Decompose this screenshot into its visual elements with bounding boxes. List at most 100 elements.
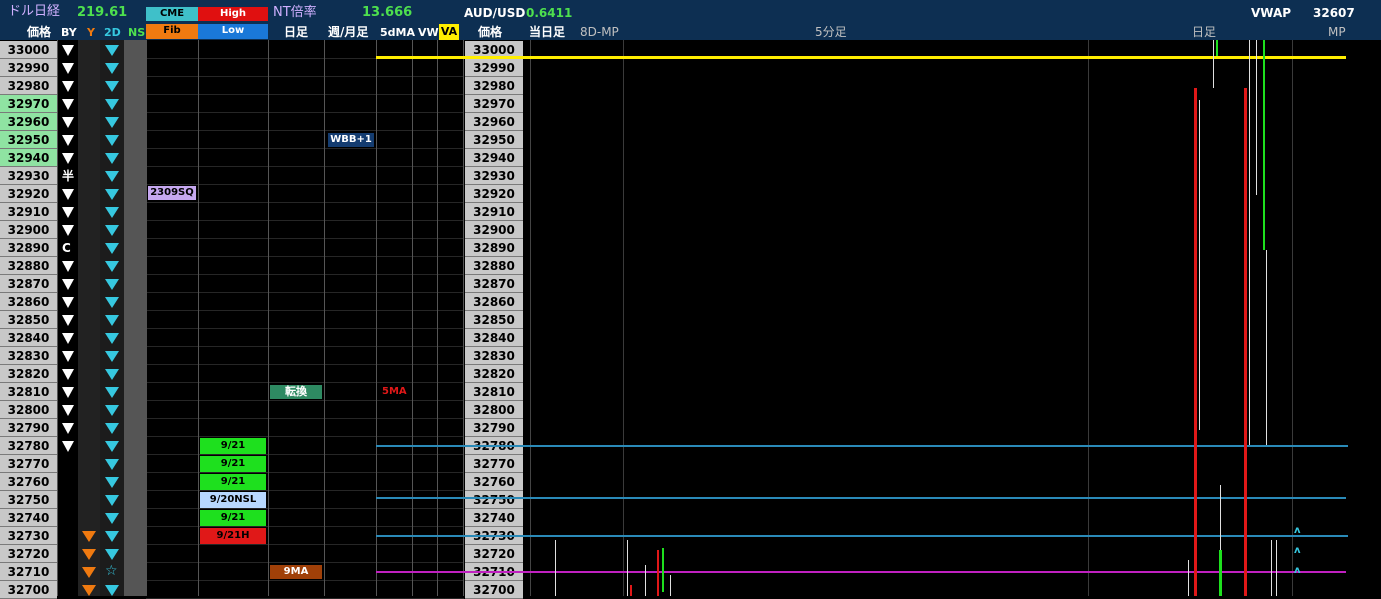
- price-cell[interactable]: 32920: [0, 185, 57, 203]
- cyan-down-triangle-icon: [105, 423, 119, 434]
- price-cell[interactable]: 32780: [0, 437, 57, 455]
- white-down-triangle-icon: [62, 279, 74, 290]
- star-icon: ☆: [105, 563, 118, 579]
- price-cell[interactable]: 32850: [0, 311, 57, 329]
- price-cell[interactable]: 32880: [0, 257, 57, 275]
- price-cell[interactable]: 32860: [0, 293, 57, 311]
- grid-row-line: [146, 238, 464, 239]
- cyan-down-triangle-icon: [105, 441, 119, 452]
- sep-price2: [463, 40, 464, 596]
- price-cell-right[interactable]: 32930: [465, 167, 523, 185]
- price-cell[interactable]: 32900: [0, 221, 57, 239]
- price-cell[interactable]: 32710: [0, 563, 57, 581]
- price-cell-right[interactable]: 32740: [465, 509, 523, 527]
- price-cell-right[interactable]: 32700: [465, 581, 523, 599]
- grid-row-line: [146, 184, 464, 185]
- price-cell-right[interactable]: 32750: [465, 491, 523, 509]
- price-cell-right[interactable]: 32890: [465, 239, 523, 257]
- price-cell-right[interactable]: 32960: [465, 113, 523, 131]
- price-cell[interactable]: 32800: [0, 401, 57, 419]
- price-cell[interactable]: 32720: [0, 545, 57, 563]
- cme-button[interactable]: CME: [146, 7, 198, 21]
- price-cell-right[interactable]: 32880: [465, 257, 523, 275]
- low-9-21-c: 9/21: [200, 474, 266, 490]
- low-9-21h: 9/21H: [200, 528, 266, 544]
- price-cell[interactable]: 32910: [0, 203, 57, 221]
- white-wick: [1213, 40, 1214, 88]
- ref-line-32750: [376, 497, 1346, 499]
- price-cell-right[interactable]: 32910: [465, 203, 523, 221]
- price-cell-right[interactable]: 32830: [465, 347, 523, 365]
- high-yellow-line: [376, 56, 1346, 59]
- price-cell-right[interactable]: 32970: [465, 95, 523, 113]
- white-wick: [1256, 40, 1257, 195]
- price-cell-right[interactable]: 32990: [465, 59, 523, 77]
- high-button[interactable]: High: [198, 7, 268, 21]
- today-daily-column-header: 当日足: [529, 25, 566, 39]
- price-cell[interactable]: 32770: [0, 455, 57, 473]
- price-cell[interactable]: 32980: [0, 77, 57, 95]
- price-cell[interactable]: 32810: [0, 383, 57, 401]
- price-cell-right[interactable]: 32840: [465, 329, 523, 347]
- price-cell[interactable]: 32730: [0, 527, 57, 545]
- grid-row-line: [146, 112, 464, 113]
- low-9-21-a: 9/21: [200, 438, 266, 454]
- price-cell-right[interactable]: 32820: [465, 365, 523, 383]
- price-cell[interactable]: 32820: [0, 365, 57, 383]
- grid-row-line: [146, 544, 464, 545]
- price2-column-header: 価格: [478, 25, 503, 39]
- price-cell-right[interactable]: 32800: [465, 401, 523, 419]
- price-cell[interactable]: 32940: [0, 149, 57, 167]
- price-cell-right[interactable]: 32860: [465, 293, 523, 311]
- price-cell-right[interactable]: 32720: [465, 545, 523, 563]
- green-candle: [662, 548, 664, 592]
- price-cell-right[interactable]: 32900: [465, 221, 523, 239]
- white-down-triangle-icon: [62, 189, 74, 200]
- price-cell[interactable]: 32990: [0, 59, 57, 77]
- price-cell-right[interactable]: 32920: [465, 185, 523, 203]
- mp-caret-icon: ʌ: [1294, 565, 1301, 576]
- price-cell-right[interactable]: 32870: [465, 275, 523, 293]
- red-candle: [1244, 88, 1247, 596]
- price-cell[interactable]: 32930: [0, 167, 57, 185]
- aud-usd-value: 0.6411: [526, 6, 573, 20]
- price-cell[interactable]: 32840: [0, 329, 57, 347]
- cyan-down-triangle-icon: [105, 315, 119, 326]
- price-cell[interactable]: 32890: [0, 239, 57, 257]
- price-cell[interactable]: 32870: [0, 275, 57, 293]
- sep-chart-2: [1088, 40, 1089, 596]
- price-cell[interactable]: 33000: [0, 41, 57, 59]
- price-cell-right[interactable]: 32810: [465, 383, 523, 401]
- price-cell-right[interactable]: 32850: [465, 311, 523, 329]
- ref-line-32710: [376, 571, 1346, 573]
- cyan-down-triangle-icon: [105, 225, 119, 236]
- price-cell-right[interactable]: 32980: [465, 77, 523, 95]
- price-cell[interactable]: 32790: [0, 419, 57, 437]
- white-wick: [1266, 250, 1267, 445]
- green-candle: [1263, 40, 1265, 250]
- sep-daily: [268, 40, 269, 596]
- 8d-mp-column-header: 8D-MP: [580, 25, 619, 39]
- 5dma-column-header: 5dMA: [380, 26, 415, 39]
- price-cell[interactable]: 32700: [0, 581, 57, 599]
- price-cell[interactable]: 32830: [0, 347, 57, 365]
- price-cell[interactable]: 32740: [0, 509, 57, 527]
- price-cell-right[interactable]: 32950: [465, 131, 523, 149]
- white-wick: [1271, 540, 1272, 596]
- price-cell[interactable]: 32760: [0, 473, 57, 491]
- price-cell-right[interactable]: 32770: [465, 455, 523, 473]
- price-cell-right[interactable]: 32790: [465, 419, 523, 437]
- grid-row-line: [146, 580, 464, 581]
- price-cell[interactable]: 32960: [0, 113, 57, 131]
- price-cell[interactable]: 32750: [0, 491, 57, 509]
- price-cell-right[interactable]: 32940: [465, 149, 523, 167]
- tenkan-label: 転換: [270, 385, 322, 399]
- low-button[interactable]: Low: [198, 24, 268, 39]
- mp-caret-icon: ʌ: [1294, 525, 1301, 536]
- price-cell[interactable]: 32950: [0, 131, 57, 149]
- cyan-down-triangle-icon: [105, 63, 119, 74]
- fib-button[interactable]: Fib: [146, 24, 198, 39]
- price-cell[interactable]: 32970: [0, 95, 57, 113]
- cyan-down-triangle-icon: [105, 585, 119, 596]
- price-cell-right[interactable]: 32760: [465, 473, 523, 491]
